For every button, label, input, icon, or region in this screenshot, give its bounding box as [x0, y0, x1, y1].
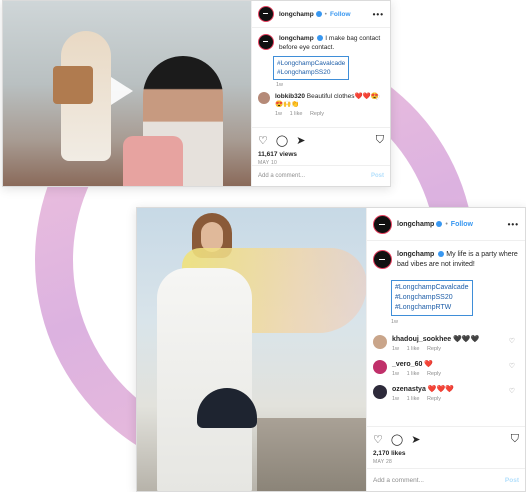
like-icon[interactable]: ♡ [373, 433, 383, 446]
comment-time: 1w [392, 396, 400, 402]
username-link[interactable]: longchamp [397, 221, 434, 228]
action-bar: ♡ ◯ ➤ ⛉ 2,170 likes MAY 28 [367, 426, 525, 465]
post-date: MAY 28 [373, 459, 393, 465]
comment-likes[interactable]: 1 like [407, 396, 420, 402]
reply-button[interactable]: Reply [310, 111, 324, 117]
comment-time: 1w [392, 346, 400, 352]
comment-item: ozenastya ❤️❤️❤️ 1w 1 like Reply ♡ [367, 381, 525, 406]
comment-like-icon[interactable]: ♡ [374, 94, 380, 102]
view-count[interactable]: 11,617 views [258, 151, 384, 158]
photo-media[interactable] [137, 208, 366, 491]
add-comment-bar: Add a comment... Post [252, 165, 390, 186]
comment-username[interactable]: khadouj_sookhee [392, 336, 451, 343]
post-comment-button[interactable]: Post [505, 477, 519, 484]
follow-button[interactable]: Follow [451, 221, 473, 228]
comment-text: ❤️❤️❤️ [427, 386, 454, 393]
comment-username[interactable]: _vero_60 [392, 361, 422, 368]
verified-icon [438, 251, 445, 258]
more-options-icon[interactable]: ••• [508, 220, 519, 229]
white-jumpsuit [157, 268, 252, 491]
like-count[interactable]: 2,170 likes [373, 450, 519, 457]
comment-icon[interactable]: ◯ [276, 134, 288, 147]
verified-icon [315, 11, 322, 17]
comment-avatar[interactable] [373, 360, 387, 374]
like-icon[interactable]: ♡ [258, 134, 268, 147]
post-2-panel: longchamp • Follow ••• longchamp My life… [366, 208, 525, 491]
instagram-post-1: longchamp • Follow ••• longchamp I make … [2, 0, 391, 187]
comment-time: 1w [275, 111, 283, 117]
save-icon[interactable]: ⛉ [511, 433, 519, 446]
caption-block: longchamp My life is a party where bad v… [367, 241, 525, 325]
more-options-icon[interactable]: ••• [373, 10, 384, 19]
comment-like-icon[interactable]: ♡ [509, 387, 515, 395]
caption-username[interactable]: longchamp [397, 251, 434, 258]
comment-text: ❤️ [424, 361, 434, 368]
comment-like-icon[interactable]: ♡ [509, 362, 515, 370]
follow-button[interactable]: Follow [330, 11, 351, 18]
comment-likes[interactable]: 1 like [290, 111, 303, 117]
hashtag-link[interactable]: #LongchampSS20 [277, 68, 345, 77]
building-background [257, 418, 366, 491]
username-link[interactable]: longchamp [279, 11, 314, 18]
play-icon[interactable] [111, 77, 133, 105]
comment-text: 🖤🖤🖤 [453, 336, 480, 343]
post-header: longchamp • Follow ••• [367, 208, 525, 241]
post-header: longchamp • Follow ••• [252, 1, 390, 28]
comment-avatar[interactable] [373, 335, 387, 349]
comment-like-icon[interactable]: ♡ [509, 337, 515, 345]
verified-icon [436, 221, 443, 227]
pink-top-image [123, 136, 183, 186]
caption-username[interactable]: longchamp [279, 35, 314, 42]
comment-item: khadouj_sookhee 🖤🖤🖤 1w 1 like Reply ♡ [367, 331, 525, 356]
separator-dot: • [324, 10, 327, 18]
comment-username[interactable]: ozenastya [392, 386, 426, 393]
comment-icon[interactable]: ◯ [391, 433, 403, 446]
separator-dot: • [445, 220, 448, 228]
reply-button[interactable]: Reply [427, 346, 441, 352]
share-icon[interactable]: ➤ [411, 433, 420, 446]
caption-avatar[interactable] [373, 250, 392, 269]
hashtag-link[interactable]: #LongchampRTW [395, 303, 469, 313]
avatar[interactable] [258, 6, 274, 22]
comment-time: 1w [392, 371, 400, 377]
comment-likes[interactable]: 1 like [407, 346, 420, 352]
hashtag-link[interactable]: #LongchampCavalcade [277, 59, 345, 68]
add-comment-input[interactable]: Add a comment... [258, 173, 305, 179]
comment-item: lobkib320 Beautiful clothes❤️❤️😍😍🙌👏 1w 1… [252, 88, 390, 121]
action-bar: ♡ ◯ ➤ ⛉ 11,617 views MAY 10 [252, 127, 390, 166]
verified-icon [317, 35, 324, 42]
hashtag-link[interactable]: #LongchampSS20 [395, 293, 469, 303]
hashtag-highlight-box: #LongchampCavalcade #LongchampSS20 #Long… [391, 280, 473, 316]
caption-avatar[interactable] [258, 34, 274, 50]
add-comment-input[interactable]: Add a comment... [373, 477, 424, 484]
comment-avatar[interactable] [373, 385, 387, 399]
save-icon[interactable]: ⛉ [376, 134, 384, 147]
hashtag-link[interactable]: #LongchampCavalcade [395, 283, 469, 293]
add-comment-bar: Add a comment... Post [367, 468, 525, 491]
reply-button[interactable]: Reply [427, 396, 441, 402]
caption-block: longchamp I make bag contact before eye … [252, 28, 390, 88]
share-icon[interactable]: ➤ [296, 134, 305, 147]
hashtag-highlight-box: #LongchampCavalcade #LongchampSS20 [273, 56, 350, 80]
comment-username[interactable]: lobkib320 [275, 93, 305, 100]
post-comment-button[interactable]: Post [371, 173, 384, 179]
post-1-panel: longchamp • Follow ••• longchamp I make … [251, 1, 390, 186]
instagram-post-2: longchamp • Follow ••• longchamp My life… [136, 207, 526, 492]
reply-button[interactable]: Reply [427, 371, 441, 377]
comment-item: _vero_60 ❤️ 1w 1 like Reply ♡ [367, 356, 525, 381]
comment-avatar[interactable] [258, 92, 270, 104]
avatar[interactable] [373, 214, 392, 234]
video-media[interactable] [3, 1, 252, 186]
comment-likes[interactable]: 1 like [407, 371, 420, 377]
tan-bag-image [53, 66, 93, 104]
